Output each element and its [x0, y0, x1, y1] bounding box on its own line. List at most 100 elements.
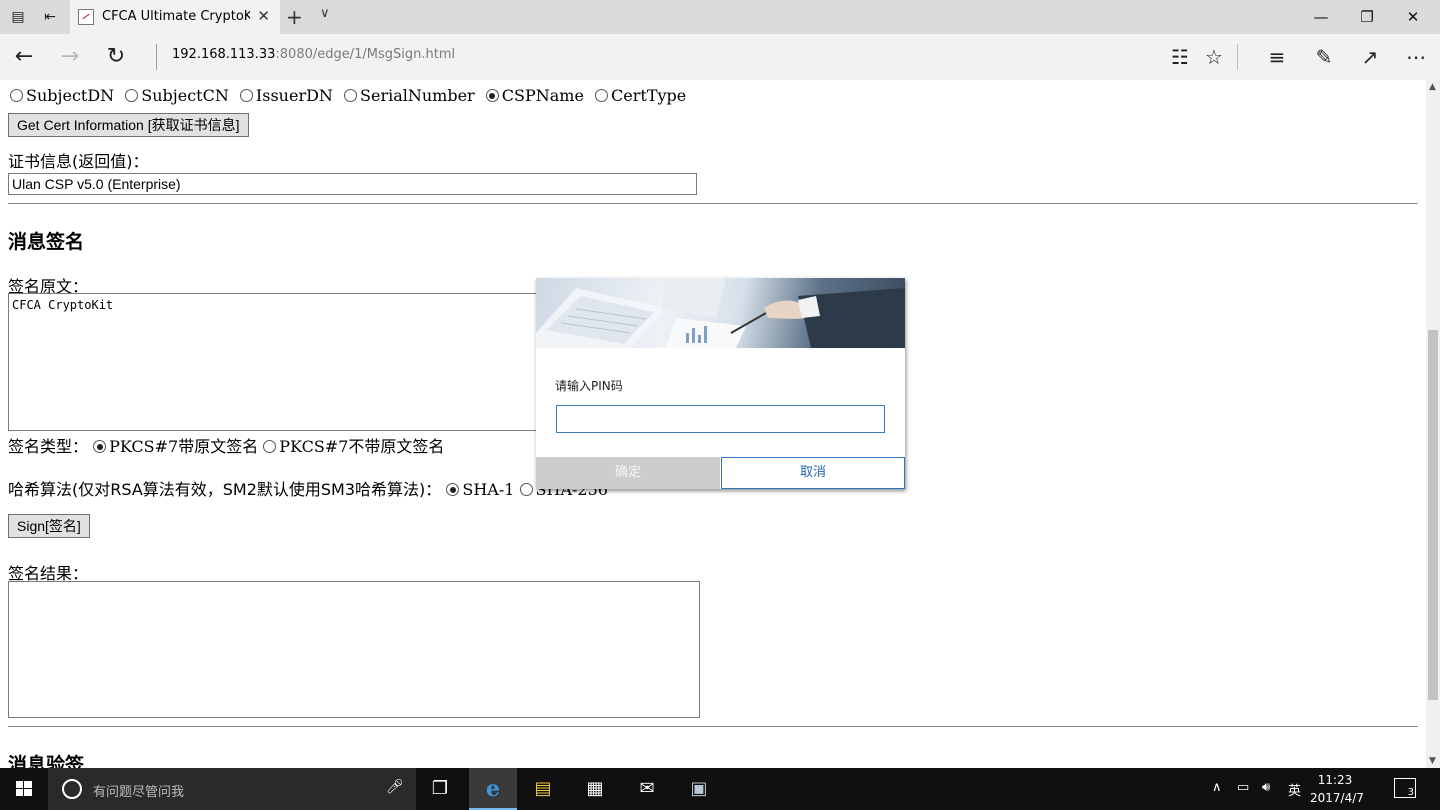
show-hidden-icons-chevron-icon[interactable]: ∧ — [1212, 780, 1222, 795]
network-icon[interactable]: ▭ — [1237, 780, 1249, 795]
radio-label: SHA-1 — [462, 480, 515, 499]
more-icon[interactable]: ⋯ — [1400, 42, 1432, 72]
radio-label: SubjectDN — [26, 86, 115, 105]
web-note-icon[interactable]: ✎ — [1308, 42, 1340, 72]
volume-icon[interactable]: 🔊︎ — [1262, 780, 1270, 795]
radio-issuerdn[interactable]: IssuerDN — [239, 86, 333, 105]
ime-indicator[interactable]: 英 — [1288, 780, 1301, 799]
pin-prompt-label: 请输入PIN码 — [555, 379, 623, 393]
tab-title: CFCA Ultimate CryptoKi — [102, 9, 250, 24]
sign-type-label: 签名类型： — [8, 437, 89, 456]
radio-serialnumber[interactable]: SerialNumber — [344, 86, 475, 105]
title-bar: ▤ ⇤ CFCA Ultimate CryptoKi ✕ + ∨ — ❐ ✕ — [0, 0, 1440, 34]
scrollbar-thumb[interactable] — [1428, 330, 1438, 700]
clock-date: 2017/4/7 — [1310, 791, 1364, 805]
radio-certtype[interactable]: CertType — [595, 86, 686, 105]
cortana-icon — [62, 779, 82, 799]
cert-info-label: 证书信息(返回值)： — [8, 152, 149, 171]
clock-time: 11:23 — [1317, 773, 1353, 787]
radio-circle[interactable] — [263, 440, 277, 453]
ok-button[interactable]: 确定 — [536, 457, 720, 489]
radio-sha1[interactable]: SHA-1 — [446, 480, 514, 499]
result-textarea[interactable] — [8, 581, 700, 718]
radio-pkcs7-detached[interactable]: PKCS#7不带原文签名 — [263, 437, 444, 456]
windows-logo-icon — [16, 781, 32, 796]
cert-info-field[interactable]: Ulan CSP v5.0 (Enterprise) — [8, 173, 697, 195]
radio-pkcs7-attached[interactable]: PKCS#7带原文签名 — [93, 437, 258, 456]
store-icon[interactable]: ▦ — [571, 768, 619, 810]
start-button[interactable] — [0, 768, 48, 810]
radio-label: PKCS#7不带原文签名 — [279, 437, 445, 456]
back-icon[interactable]: ← — [8, 42, 40, 72]
radio-circle-checked[interactable] — [93, 440, 107, 453]
radio-circle[interactable] — [10, 89, 23, 102]
hub-icon[interactable]: ≡ — [1261, 42, 1293, 72]
radio-cspname[interactable]: CSPName — [485, 86, 584, 105]
cancel-button[interactable]: 取消 — [721, 457, 905, 489]
radio-label: SerialNumber — [360, 86, 475, 105]
radio-label: CertType — [611, 86, 687, 105]
page-scrollbar[interactable]: ▲ ▼ — [1426, 80, 1440, 768]
minimize-button[interactable]: — — [1298, 0, 1344, 34]
divider — [8, 726, 1418, 727]
toolbar-separator — [1237, 44, 1238, 70]
new-tab-icon[interactable]: + — [286, 5, 303, 29]
hash-row: 哈希算法(仅对RSA算法有效，SM2默认使用SM3哈希算法)： SHA-1 SH… — [8, 476, 608, 500]
radio-circle[interactable] — [519, 483, 533, 496]
sign-button[interactable]: Sign[签名] — [8, 514, 90, 538]
edge-browser-icon[interactable]: e — [469, 768, 517, 810]
url-field[interactable]: 192.168.113.33:8080/edge/1/MsgSign.html — [172, 47, 455, 62]
set-aside-tabs-icon[interactable]: ⇤ — [42, 9, 58, 25]
search-placeholder: 有问题尽管问我 — [93, 785, 185, 800]
sign-type-row: 签名类型： PKCS#7带原文签名 PKCS#7不带原文签名 — [8, 433, 444, 457]
tab-active[interactable]: CFCA Ultimate CryptoKi ✕ — [70, 0, 280, 34]
radio-circle[interactable] — [595, 89, 609, 102]
info-type-radio-group: SubjectDN SubjectCN IssuerDN SerialNumbe… — [10, 86, 692, 105]
restore-button[interactable]: ❐ — [1344, 0, 1390, 34]
tab-list-icon[interactable]: ▤ — [10, 9, 26, 25]
clock[interactable]: 11:23 2017/4/7 — [1310, 771, 1364, 807]
divider — [8, 203, 1418, 204]
url-path: :8080/edge/1/MsgSign.html — [275, 47, 456, 62]
msg-sign-heading: 消息签名 — [8, 231, 85, 253]
favorite-star-icon[interactable]: ☆ — [1198, 42, 1230, 72]
address-bar: ← → ↻ 192.168.113.33:8080/edge/1/MsgSign… — [0, 34, 1440, 80]
taskbar: 有问题尽管问我 🎤︎ ❐ e ▤ ▦ ✉ ▣ ∧ ▭ 🔊︎ 英 11:23 20… — [0, 768, 1440, 810]
task-view-icon[interactable]: ❐ — [416, 768, 464, 810]
pin-dialog: 请输入PIN码 确定 取消 — [536, 278, 905, 489]
cortana-search-box[interactable]: 有问题尽管问我 🎤︎ — [48, 768, 416, 810]
notification-count: 3 — [1407, 787, 1414, 798]
microphone-icon[interactable]: 🎤︎ — [386, 779, 404, 795]
radio-subjectdn[interactable]: SubjectDN — [10, 86, 114, 105]
tab-preview-chevron-icon[interactable]: ∨ — [320, 6, 330, 21]
radio-label: PKCS#7带原文签名 — [109, 437, 259, 456]
share-icon[interactable]: ↗ — [1354, 42, 1386, 72]
scroll-down-icon[interactable]: ▼ — [1429, 756, 1436, 766]
get-cert-info-button[interactable]: Get Cert Information [获取证书信息] — [8, 113, 249, 137]
radio-circle-checked[interactable] — [485, 89, 499, 102]
file-explorer-icon[interactable]: ▤ — [519, 768, 567, 810]
close-tab-icon[interactable]: ✕ — [257, 7, 270, 25]
radio-circle[interactable] — [125, 89, 139, 102]
reading-view-icon[interactable]: ☷ — [1164, 42, 1196, 72]
radio-circle[interactable] — [239, 89, 253, 102]
verify-heading: 消息验签 — [8, 754, 85, 768]
remote-desktop-icon[interactable]: ▣ — [675, 768, 723, 810]
page-favicon-icon — [78, 9, 94, 25]
url-host: 192.168.113.33 — [172, 47, 276, 62]
hash-label: 哈希算法(仅对RSA算法有效，SM2默认使用SM3哈希算法)： — [8, 480, 442, 499]
mail-icon[interactable]: ✉ — [623, 768, 671, 810]
refresh-icon[interactable]: ↻ — [100, 42, 132, 72]
radio-circle[interactable] — [344, 89, 358, 102]
action-center-icon[interactable]: 3 — [1394, 778, 1416, 798]
pin-input[interactable] — [556, 405, 885, 433]
scroll-up-icon[interactable]: ▲ — [1429, 82, 1436, 92]
address-separator — [156, 44, 157, 70]
forward-icon: → — [60, 44, 80, 69]
radio-circle-checked[interactable] — [446, 483, 460, 496]
banner-illustration — [536, 278, 905, 348]
radio-label: SubjectCN — [141, 86, 229, 105]
radio-subjectcn[interactable]: SubjectCN — [125, 86, 229, 105]
close-window-button[interactable]: ✕ — [1390, 0, 1436, 34]
dialog-banner-image — [536, 278, 905, 348]
